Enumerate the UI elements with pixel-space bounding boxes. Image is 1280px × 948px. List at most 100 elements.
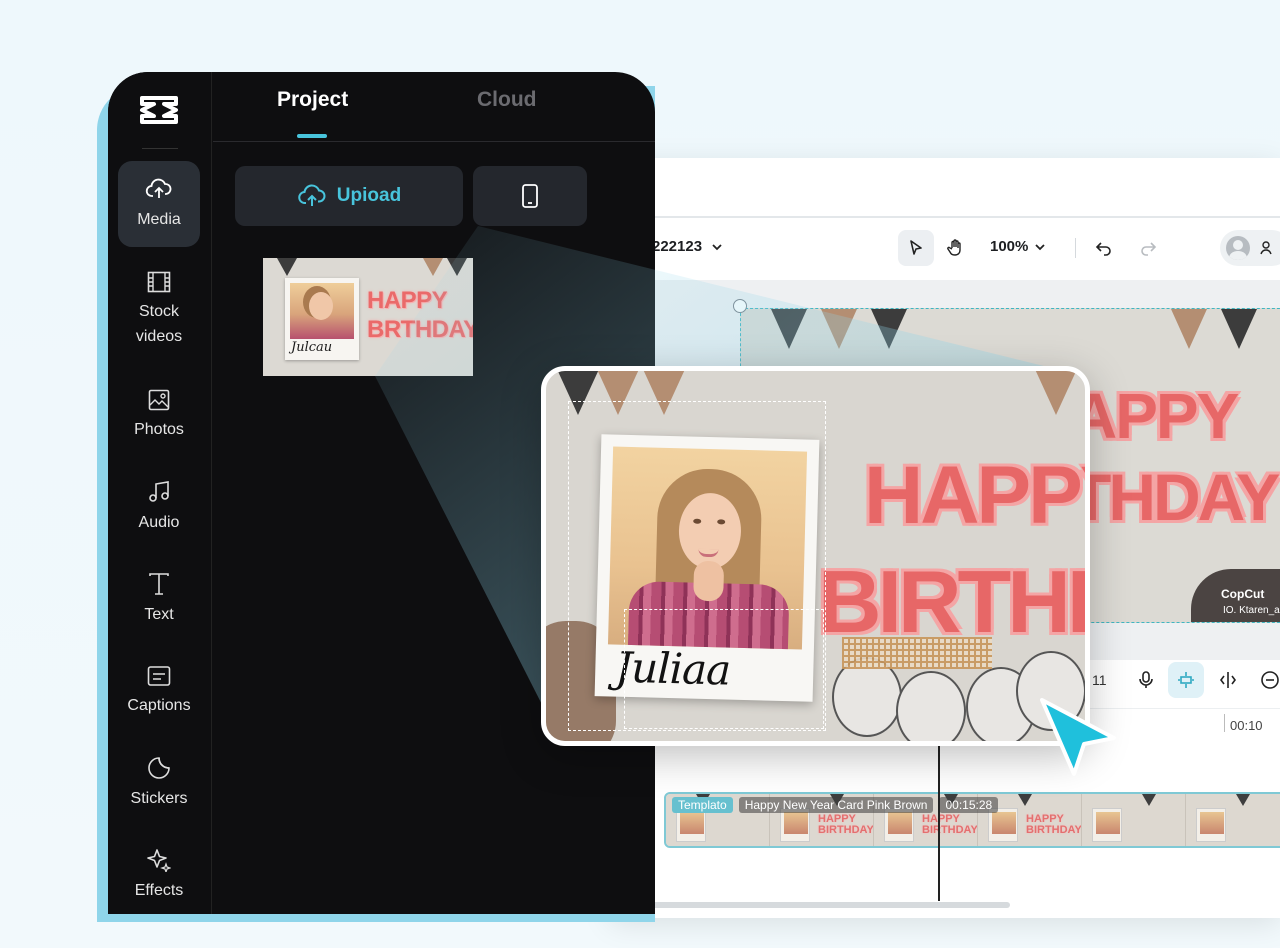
- clip-frame-text-line2: BIRTHDAY: [1026, 824, 1082, 836]
- music-note-icon: [149, 480, 169, 502]
- sidebar-item-text[interactable]: Text: [118, 556, 200, 642]
- thumbnail-title-line1: HAPPY: [367, 287, 448, 314]
- clip-frame-text-line2: BIRTHDAY: [818, 824, 874, 836]
- tab-cloud[interactable]: Cloud: [477, 88, 536, 112]
- center-align-icon: [1178, 672, 1194, 688]
- timeline-clip[interactable]: HAPPY BIRTHDAY HAPPY BIRTHDAY HAPPY BIRTHDA…: [664, 792, 1280, 848]
- clip-frame-text: HAPPY BIRTHDAY: [1026, 814, 1082, 836]
- sidebar-item-stickers[interactable]: Stickers: [118, 740, 200, 826]
- sidebar-item-captions[interactable]: Captions: [118, 648, 200, 734]
- account-menu[interactable]: [1220, 230, 1280, 266]
- project-name-dropdown[interactable]: 222123: [652, 238, 724, 255]
- clip-frame-photo: [1092, 808, 1122, 842]
- cloud-upload-icon: [145, 178, 172, 198]
- clip-labels: Templato Happy New Year Card Pink Brown …: [672, 797, 999, 813]
- sidebar-item-label: Audio: [138, 513, 180, 531]
- captions-icon: [147, 665, 171, 686]
- bunting-flag: [277, 258, 297, 276]
- preview-title-happy: HAPPY: [864, 450, 1085, 541]
- sidebar-item-label: Captions: [127, 696, 191, 714]
- timeline-scrollbar[interactable]: [640, 902, 1010, 908]
- sparkle-icon: [147, 848, 171, 872]
- chevron-down-icon: [712, 243, 722, 250]
- microphone-icon: [1139, 671, 1153, 688]
- select-tool-button[interactable]: [898, 230, 934, 266]
- phone-icon: [522, 184, 538, 208]
- editor-topbar: [610, 158, 1280, 216]
- thumbnail-signature: Julcau: [291, 340, 333, 355]
- sidebar-item-media[interactable]: Media: [118, 161, 200, 247]
- clip-frame-photo: [780, 808, 810, 842]
- sidebar-item-stock-videos[interactable]: Stock videos: [118, 260, 200, 360]
- redo-button[interactable]: [1130, 230, 1166, 266]
- ruler-time-label: 00:10: [1230, 718, 1263, 733]
- timeline-counter: 11: [1092, 672, 1107, 688]
- bunting-flag: [447, 258, 467, 276]
- sidebar-item-audio[interactable]: Audio: [118, 464, 200, 550]
- media-thumbnail[interactable]: Julcau HAPPY BRTHDAY: [263, 258, 473, 376]
- logo-divider: [142, 148, 178, 149]
- sidebar-item-effects[interactable]: Effects: [118, 832, 200, 914]
- cloud-upload-icon: [298, 184, 326, 206]
- canvas-subtext: IO. Ktaren_ann: [1223, 605, 1280, 616]
- balloon: [896, 671, 966, 741]
- sidebar-item-label: Text: [144, 605, 174, 623]
- balloon: [832, 657, 902, 737]
- record-voice-button[interactable]: [1128, 662, 1164, 698]
- playhead[interactable]: [938, 746, 940, 901]
- clip-frame: [1082, 794, 1186, 846]
- clip-frame-photo: [676, 808, 706, 842]
- clip-frame-photo: [884, 808, 914, 842]
- bunting-flag: [1142, 794, 1156, 806]
- hand-tool-button[interactable]: [938, 230, 974, 266]
- bunting-flag: [1236, 794, 1250, 806]
- thumbnail-face: [309, 292, 333, 320]
- film-icon: [147, 271, 171, 293]
- minus-circle-icon: [1261, 671, 1279, 689]
- capcut-logo-icon: [140, 96, 178, 124]
- clip-name: Happy New Year Card Pink Brown: [738, 797, 934, 813]
- thumbnail-title-line2: BRTHDAY: [367, 316, 473, 343]
- cursor-arrow-icon: [1040, 698, 1116, 776]
- ruler-tick: [1224, 714, 1225, 732]
- clip-frame-photo: [988, 808, 1018, 842]
- undo-icon: [1095, 242, 1111, 256]
- text-icon: [149, 572, 169, 595]
- tab-project[interactable]: Project: [277, 88, 348, 112]
- canvas-title-happy: APPY: [1071, 380, 1239, 452]
- sidebar: Media Stock videos Photos Audio Text Cap…: [108, 72, 212, 914]
- avatar: [1226, 236, 1250, 260]
- clip-frame-photo: [1196, 808, 1226, 842]
- tab-bar: Project Cloud: [213, 72, 655, 142]
- zoom-out-timeline-button[interactable]: [1252, 662, 1280, 698]
- bunting-flag: [1221, 309, 1257, 349]
- rotate-handle[interactable]: [733, 299, 747, 313]
- clip-duration: 00:15:28: [939, 797, 999, 813]
- thumbnail-title: HAPPY BRTHDAY: [367, 286, 473, 344]
- sidebar-item-label: Photos: [134, 420, 184, 438]
- project-name: 222123: [652, 238, 703, 255]
- clip-template-tag: Templato: [672, 797, 733, 813]
- pointer-icon: [910, 240, 922, 255]
- upload-button[interactable]: Upioad: [235, 166, 463, 226]
- bunting-flag: [1018, 794, 1032, 806]
- zoom-dropdown[interactable]: 100%: [990, 238, 1046, 255]
- upload-from-phone-button[interactable]: [473, 166, 587, 226]
- redo-icon: [1141, 242, 1157, 256]
- zoomed-preview-card: HAPPY BIRTHDA Juliaa: [541, 366, 1090, 746]
- undo-button[interactable]: [1086, 230, 1122, 266]
- bunting-flag: [871, 309, 907, 349]
- user-icon: [1260, 241, 1272, 255]
- toolbar-separator: [1075, 238, 1076, 258]
- clip-frame-text: HAPPY BIRTHDAY: [922, 814, 977, 836]
- split-button[interactable]: [1210, 662, 1246, 698]
- snap-center-button[interactable]: [1168, 662, 1204, 698]
- active-tab-indicator: [297, 134, 327, 138]
- upload-label: Upioad: [336, 185, 402, 206]
- bunting-flag: [423, 258, 443, 276]
- split-icon: [1220, 672, 1236, 688]
- sidebar-item-label: Stock videos: [135, 303, 183, 345]
- canvas-title-birthday: THDAY: [1071, 460, 1280, 534]
- sidebar-item-photos[interactable]: Photos: [118, 372, 200, 458]
- bunting-flag: [1034, 371, 1078, 415]
